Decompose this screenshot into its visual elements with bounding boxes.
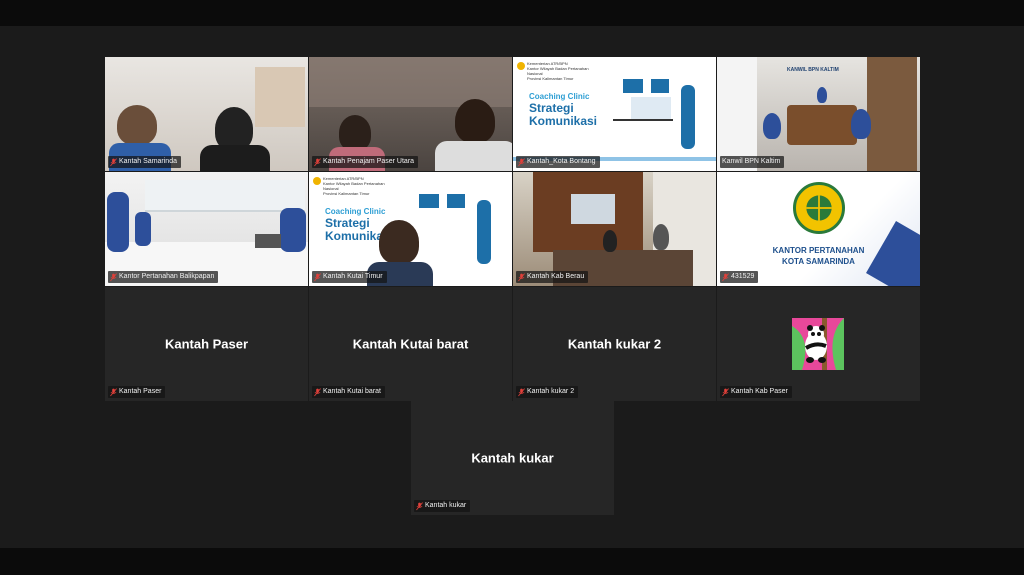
participant-name-tag: Kanwil BPN Kaltim [720, 156, 785, 168]
video-tile-kantah-kota-bontang[interactable]: Kementerian ATR/BPN Kantor Wilayah Badan… [513, 57, 716, 171]
participant-name: Kantah Kab Paser [731, 388, 788, 395]
participant-name: Kanwil BPN Kaltim [722, 158, 781, 165]
video-tile-kantah-kutai-barat[interactable]: Kantah Kutai barat Kantah Kutai barat [309, 287, 512, 401]
mic-muted-icon [314, 157, 321, 166]
mic-muted-icon [110, 272, 117, 281]
video-tile-kantah-penajam-paser-utara[interactable]: Kantah Penajam Paser Utara [309, 57, 512, 171]
participant-name-tag: Kantah Kutai Timur [312, 271, 387, 283]
participant-name-tag: Kantah Samarinda [108, 156, 181, 168]
video-tile-kantah-kab-paser[interactable]: Kantah Kab Paser [717, 287, 920, 401]
virtual-background: KANTOR PERTANAHAN KOTA SAMARINDA [717, 172, 920, 286]
participant-name-tag: Kantah Kutai barat [312, 386, 385, 398]
participant-name-tag: Kantah Kab Paser [720, 386, 792, 398]
bottom-bar [0, 548, 1024, 575]
mic-muted-icon [518, 387, 525, 396]
participant-name: 431529 [731, 273, 755, 280]
participant-name-tag: 431529 [720, 271, 759, 283]
slide-header: Kementerian ATR/BPN Kantor Wilayah Badan… [323, 176, 385, 196]
participant-name: Kantah Kab Berau [527, 273, 585, 280]
video-tile-kanwil-bpn-kaltim[interactable]: KANWIL BPN KALTIM Kanwil BPN Kaltim [717, 57, 920, 171]
participant-name: Kantah Paser [119, 388, 162, 395]
profile-avatar [792, 318, 844, 370]
participant-display-name: Kantah kukar [471, 450, 554, 466]
slide-header: Kementerian ATR/BPN Kantor Wilayah Badan… [527, 61, 589, 81]
video-tile-431529[interactable]: KANTOR PERTANAHAN KOTA SAMARINDA 431529 [717, 172, 920, 286]
video-feed [105, 57, 308, 171]
participant-display-name: Kantah kukar 2 [567, 336, 662, 352]
shared-slide: Kementerian ATR/BPN Kantor Wilayah Badan… [513, 57, 716, 171]
participant-name-tag: Kantah kukar 2 [516, 386, 579, 398]
participant-name: Kantah Kutai barat [323, 388, 381, 395]
mic-muted-icon [722, 272, 729, 281]
video-feed [309, 57, 512, 171]
video-feed: KANWIL BPN KALTIM [717, 57, 920, 171]
participant-display-name: Kantah Paser [164, 336, 249, 352]
participant-name: Kantah_Kota Bontang [527, 158, 596, 165]
bpn-logo-icon [793, 182, 845, 234]
mic-muted-icon [416, 501, 423, 510]
slide-title: Strategi Komunika [325, 216, 384, 243]
mic-muted-icon [314, 272, 321, 281]
mic-muted-icon [110, 387, 117, 396]
participant-name-tag: Kantah Paser [108, 386, 166, 398]
slide-subtitle: Coaching Clinic [325, 207, 386, 216]
video-tile-kantah-samarinda[interactable]: Kantah Samarinda [105, 57, 308, 171]
video-tile-kantah-kukar[interactable]: Kantah kukar Kantah kukar [411, 401, 614, 515]
participant-name-tag: Kantah kukar [414, 500, 471, 512]
video-feed [105, 172, 308, 286]
video-tile-kantah-kukar-2[interactable]: Kantah kukar 2 Kantah kukar 2 [513, 287, 716, 401]
participant-name: Kantah Kutai Timur [323, 273, 383, 280]
mic-muted-icon [314, 387, 321, 396]
mic-muted-icon [518, 272, 525, 281]
org-name-line-2: KOTA SAMARINDA [782, 257, 855, 266]
video-tile-kantah-paser[interactable]: Kantah Paser Kantah Paser [105, 287, 308, 401]
room-sign: KANWIL BPN KALTIM [787, 67, 839, 73]
slide-subtitle: Coaching Clinic [529, 92, 590, 101]
participant-display-name: Kantah Kutai barat [352, 336, 469, 352]
video-tile-kantah-kab-berau[interactable]: Kantah Kab Berau [513, 172, 716, 286]
video-tile-kantor-pertanahan-balikpapan[interactable]: Kantor Pertanahan Balikpapan [105, 172, 308, 286]
mic-muted-icon [518, 157, 525, 166]
participant-name-tag: Kantah Kab Berau [516, 271, 589, 283]
participant-name-tag: Kantor Pertanahan Balikpapan [108, 271, 219, 283]
video-feed [513, 172, 716, 286]
mic-muted-icon [722, 387, 729, 396]
slide-title: Strategi Komunikasi [529, 101, 598, 128]
shared-slide: Kementerian ATR/BPN Kantor Wilayah Badan… [309, 172, 512, 286]
mic-muted-icon [110, 157, 117, 166]
video-tile-kantah-kutai-timur[interactable]: Kementerian ATR/BPN Kantor Wilayah Badan… [309, 172, 512, 286]
participant-name-tag: Kantah Penajam Paser Utara [312, 156, 419, 168]
participant-name: Kantah Samarinda [119, 158, 177, 165]
participant-name: Kantah kukar [425, 502, 467, 509]
top-bar [0, 0, 1024, 26]
participant-name: Kantah kukar 2 [527, 388, 575, 395]
participant-name-tag: Kantah_Kota Bontang [516, 156, 600, 168]
org-name-line-1: KANTOR PERTANAHAN [772, 246, 865, 255]
participant-name: Kantah Penajam Paser Utara [323, 158, 415, 165]
participant-name: Kantor Pertanahan Balikpapan [119, 273, 215, 280]
